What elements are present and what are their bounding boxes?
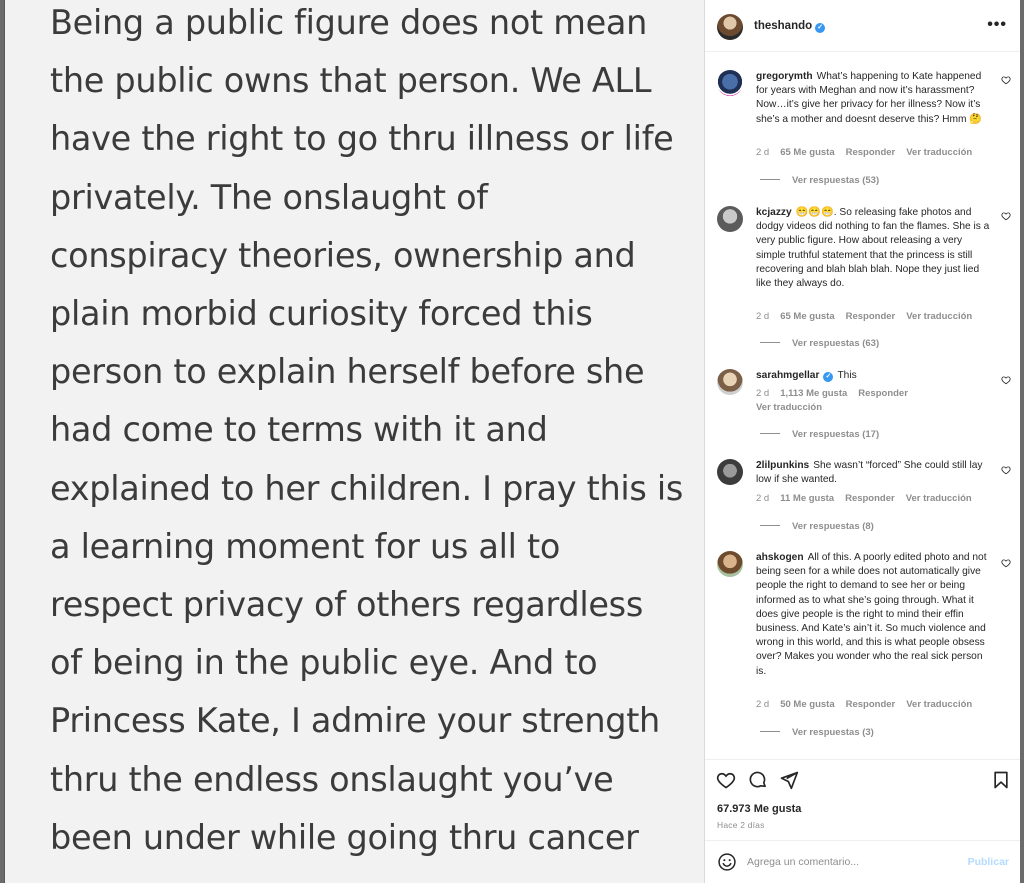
heart-icon[interactable] (716, 770, 736, 790)
comment-input[interactable] (747, 853, 947, 871)
comment-meta: 2 d 50 Me gusta Responder Ver traducción (756, 699, 973, 710)
post-sidebar: theshando ✓ ••• gregorymth What’s happenin… (704, 0, 1021, 883)
reply-button[interactable]: Responder (846, 699, 896, 710)
translate-button[interactable]: Ver traducción (756, 402, 822, 413)
view-replies-button[interactable]: Ver respuestas (53) (760, 175, 879, 186)
comment-icon[interactable] (748, 770, 768, 790)
publish-button[interactable]: Publicar (968, 856, 1009, 868)
post-like-count[interactable]: 67.973 Me gusta (717, 803, 801, 815)
comment-meta: 2 d 1,113 Me gusta Responder (756, 388, 908, 399)
view-replies-button[interactable]: Ver respuestas (8) (760, 521, 874, 532)
heart-icon[interactable] (1001, 375, 1011, 385)
share-icon[interactable] (779, 770, 799, 790)
author-avatar[interactable] (717, 14, 743, 40)
comment-text: This (837, 370, 857, 381)
post-image-text: Being a public figure does not mean the … (50, 3, 684, 857)
commenter-avatar[interactable] (717, 551, 743, 577)
commenter-avatar[interactable] (717, 369, 743, 395)
comment-text: 😁😁😁. So releasing fake photos and dodgy … (756, 207, 990, 290)
reply-button[interactable]: Responder (858, 388, 908, 399)
translate-button[interactable]: Ver traducción (906, 311, 972, 322)
commenter-username[interactable]: sarahmgellar (756, 370, 819, 381)
commenter-avatar[interactable] (717, 70, 743, 96)
comment-meta: 2 d 65 Me gusta Responder Ver traducción (756, 147, 973, 158)
verified-badge-icon: ✓ (823, 372, 834, 382)
commenter-username[interactable]: kcjazzy (756, 207, 792, 218)
view-replies-button[interactable]: Ver respuestas (17) (760, 429, 879, 440)
reply-button[interactable]: Responder (845, 493, 895, 504)
reply-button[interactable]: Responder (846, 311, 896, 322)
author-username[interactable]: theshando ✓ (754, 20, 826, 33)
reply-button[interactable]: Responder (846, 147, 896, 158)
heart-icon[interactable] (1001, 211, 1011, 221)
commenter-avatar[interactable] (717, 206, 743, 232)
comment-meta: 2 d 65 Me gusta Responder Ver traducción (756, 311, 973, 322)
translate-button[interactable]: Ver traducción (906, 699, 972, 710)
commenter-avatar[interactable] (717, 459, 743, 485)
post-modal: Being a public figure does not mean the … (0, 0, 1024, 883)
post-actions: 67.973 Me gusta Hace 2 días (705, 759, 1021, 839)
more-horizontal-icon[interactable]: ••• (987, 16, 1007, 34)
view-replies-button[interactable]: Ver respuestas (63) (760, 338, 879, 349)
comment-list[interactable]: gregorymth What’s happening to Kate happe… (705, 52, 1021, 759)
window-edge (1020, 0, 1024, 883)
post-image[interactable]: Being a public figure does not mean the … (4, 0, 704, 883)
view-replies-button[interactable]: Ver respuestas (3) (760, 727, 874, 738)
translate-button[interactable]: Ver traducción (906, 493, 972, 504)
heart-icon[interactable] (1001, 75, 1011, 85)
heart-icon[interactable] (1001, 465, 1011, 475)
bookmark-icon[interactable] (991, 770, 1011, 790)
add-comment-bar: Publicar (705, 840, 1021, 883)
comment-meta: 2 d 11 Me gusta Responder Ver traducción (756, 493, 972, 504)
heart-icon[interactable] (1001, 558, 1011, 568)
translate-button[interactable]: Ver traducción (906, 147, 972, 158)
commenter-username[interactable]: ahskogen (756, 552, 804, 563)
commenter-username[interactable]: 2lilpunkins (756, 460, 809, 471)
comment-text: All of this. A poorly edited photo and n… (756, 552, 987, 677)
emoji-icon[interactable] (717, 852, 737, 872)
verified-badge-icon: ✓ (815, 23, 826, 33)
post-header: theshando ✓ ••• (705, 0, 1021, 52)
post-timestamp[interactable]: Hace 2 días (717, 820, 765, 830)
commenter-username[interactable]: gregorymth (756, 71, 813, 82)
